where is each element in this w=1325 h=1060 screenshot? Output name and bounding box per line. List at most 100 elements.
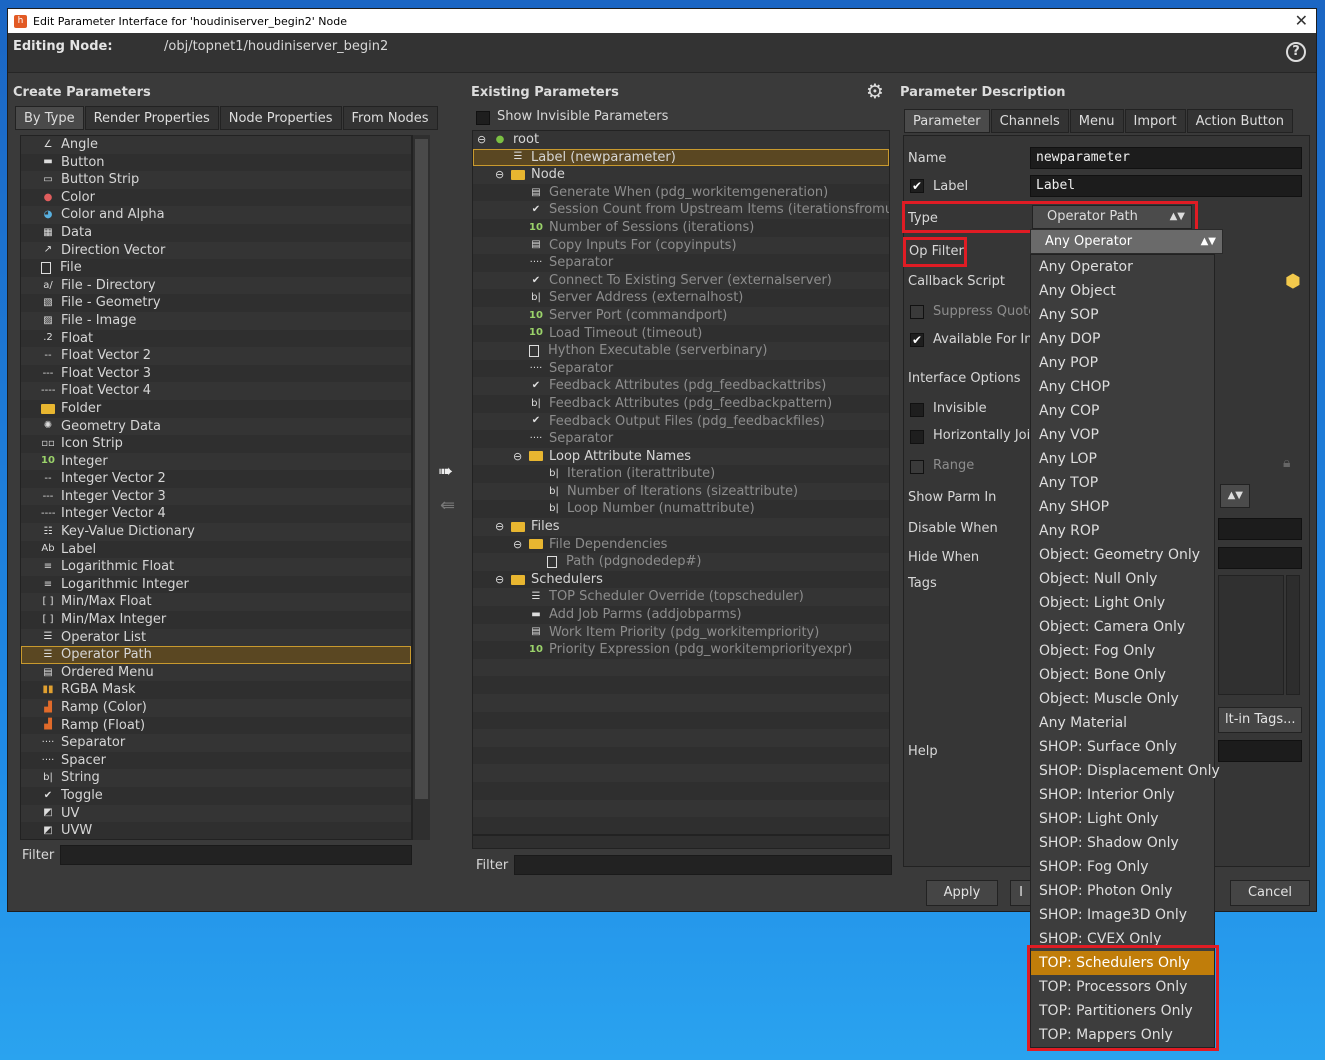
list-item[interactable]: ▮▮ RGBA Mask: [21, 681, 411, 699]
list-item[interactable]: ▨ File - Image: [21, 311, 411, 330]
tree-item[interactable]: ▤ Generate When (pdg_workitemgeneration): [473, 183, 889, 202]
tree-item[interactable]: ···· Separator: [473, 254, 889, 272]
opfilter-option[interactable]: Any Object: [1031, 279, 1214, 303]
opfilter-option[interactable]: Object: Geometry Only: [1031, 543, 1214, 567]
tree-item[interactable]: ⊖ Loop Attribute Names: [473, 447, 889, 466]
tree-item[interactable]: ☰ Label (newparameter): [473, 148, 889, 167]
list-item[interactable]: ↗ Direction Vector: [21, 241, 411, 260]
tree-item[interactable]: ▤ Work Item Priority (pdg_workitempriorit…: [473, 623, 889, 642]
help-field[interactable]: [1218, 740, 1302, 762]
list-item[interactable]: ● Color: [21, 188, 411, 207]
list-item[interactable]: b| String: [21, 769, 411, 787]
list-item[interactable]: ✺ Geometry Data: [21, 417, 411, 436]
accept-button[interactable]: I: [1010, 880, 1032, 906]
tab-action-button[interactable]: Action Button: [1186, 109, 1294, 133]
list-item[interactable]: ▟ Ramp (Float): [21, 716, 411, 735]
opfilter-option[interactable]: SHOP: Image3D Only: [1031, 903, 1214, 927]
gear-icon[interactable]: ⚙: [866, 79, 884, 103]
existing-hscrollbar[interactable]: [472, 835, 890, 849]
tree-item[interactable]: Path (pdgnodedep#): [473, 553, 889, 571]
list-item[interactable]: ☷ Key-Value Dictionary: [21, 523, 411, 541]
tree-item[interactable]: ✔ Session Count from Upstream Items (iter…: [473, 201, 889, 219]
list-item[interactable]: ✔ Toggle: [21, 786, 411, 805]
hide-when-field[interactable]: [1218, 547, 1302, 569]
list-item[interactable]: --- Integer Vector 3: [21, 487, 411, 506]
apply-button[interactable]: Apply: [926, 880, 998, 906]
tab-by-type[interactable]: By Type: [15, 106, 84, 130]
tree-item[interactable]: ✔ Feedback Attributes (pdg_feedbackattrib…: [473, 377, 889, 395]
list-item[interactable]: ∠ Angle: [21, 136, 411, 154]
remove-parameter-arrow-icon[interactable]: ⇚: [440, 495, 455, 516]
tree-item[interactable]: ✔ Connect To Existing Server (externalser…: [473, 271, 889, 290]
opfilter-option[interactable]: Any CHOP: [1031, 375, 1214, 399]
tree-item[interactable]: ✔ Feedback Output Files (pdg_feedbackfile…: [473, 412, 889, 431]
opfilter-option[interactable]: SHOP: Light Only: [1031, 807, 1214, 831]
tree-item[interactable]: b| Feedback Attributes (pdg_feedbackpatte…: [473, 394, 889, 413]
tree-item[interactable]: b| Number of Iterations (sizeattribute): [473, 482, 889, 501]
tree-item[interactable]: ⊖ File Dependencies: [473, 535, 889, 554]
opfilter-option[interactable]: Any TOP: [1031, 471, 1214, 495]
tab-menu[interactable]: Menu: [1069, 109, 1124, 133]
opfilter-option[interactable]: SHOP: Shadow Only: [1031, 831, 1214, 855]
opfilter-option[interactable]: SHOP: Photon Only: [1031, 879, 1214, 903]
opfilter-option[interactable]: Object: Light Only: [1031, 591, 1214, 615]
tree-item[interactable]: ···· Separator: [473, 430, 889, 448]
tree-item[interactable]: b| Server Address (externalhost): [473, 289, 889, 307]
tree-item[interactable]: ⊖ Schedulers: [473, 570, 889, 589]
list-item[interactable]: [ ] Min/Max Integer: [21, 611, 411, 629]
horizontally-join-checkbox[interactable]: [910, 430, 924, 444]
label-checkbox[interactable]: ✔: [910, 179, 924, 193]
cancel-button[interactable]: Cancel: [1230, 880, 1310, 906]
list-item[interactable]: --- Float Vector 3: [21, 364, 411, 383]
collapse-icon[interactable]: ⊖: [513, 448, 529, 466]
opfilter-option[interactable]: Any ROP: [1031, 519, 1214, 543]
tab-channels[interactable]: Channels: [990, 109, 1069, 133]
list-item[interactable]: ≡ Logarithmic Float: [21, 558, 411, 576]
invisible-checkbox[interactable]: [910, 403, 924, 417]
tree-item[interactable]: 10 Load Timeout (timeout): [473, 324, 889, 343]
list-item[interactable]: -- Integer Vector 2: [21, 470, 411, 488]
create-list-scrollbar[interactable]: [412, 135, 430, 840]
opfilter-option[interactable]: Any LOP: [1031, 447, 1214, 471]
list-item[interactable]: ▧ File - Geometry: [21, 294, 411, 312]
show-invisible-checkbox[interactable]: [476, 111, 490, 125]
opfilter-select[interactable]: Any Operator ▲▼: [1030, 229, 1223, 254]
list-item[interactable]: ◕ Color and Alpha: [21, 206, 411, 224]
label-field[interactable]: Label: [1030, 175, 1302, 197]
list-item[interactable]: Folder: [21, 399, 411, 418]
list-item[interactable]: ☰ Operator List: [21, 628, 411, 647]
name-field[interactable]: newparameter: [1030, 147, 1302, 169]
opfilter-option[interactable]: Object: Null Only: [1031, 567, 1214, 591]
type-select[interactable]: Operator Path ▲▼: [1032, 205, 1192, 229]
list-item[interactable]: ▦ Data: [21, 223, 411, 242]
list-item[interactable]: ▭ Button Strip: [21, 171, 411, 189]
tree-item[interactable]: ⊖ Node: [473, 166, 889, 184]
opfilter-option[interactable]: Any SHOP: [1031, 495, 1214, 519]
suppress-quotes-checkbox[interactable]: [910, 305, 924, 319]
opfilter-option[interactable]: Any COP: [1031, 399, 1214, 423]
filter-input[interactable]: [60, 845, 413, 865]
opfilter-option[interactable]: Any DOP: [1031, 327, 1214, 351]
list-item[interactable]: Ab Label: [21, 540, 411, 559]
tree-item[interactable]: 10 Server Port (commandport): [473, 306, 889, 325]
list-item[interactable]: ≡ Logarithmic Integer: [21, 575, 411, 594]
scrollbar-thumb[interactable]: [415, 139, 428, 799]
opfilter-option[interactable]: Any POP: [1031, 351, 1214, 375]
tab-node-properties[interactable]: Node Properties: [219, 106, 342, 130]
opfilter-option[interactable]: SHOP: Surface Only: [1031, 735, 1214, 759]
opfilter-option[interactable]: Object: Muscle Only: [1031, 687, 1214, 711]
opfilter-option[interactable]: Any Material: [1031, 711, 1214, 735]
collapse-icon[interactable]: ⊖: [477, 131, 493, 149]
opfilter-option[interactable]: Object: Fog Only: [1031, 639, 1214, 663]
tab-from-nodes[interactable]: From Nodes: [342, 106, 438, 130]
list-item[interactable]: ···· Spacer: [21, 751, 411, 770]
tab-render-properties[interactable]: Render Properties: [84, 106, 219, 130]
tree-item[interactable]: 10 Priority Expression (pdg_workitemprior…: [473, 641, 889, 659]
list-item[interactable]: ---- Float Vector 4: [21, 382, 411, 400]
tags-scrollbar[interactable]: [1286, 575, 1300, 695]
list-item[interactable]: a/File - Directory: [21, 276, 411, 295]
opfilter-option[interactable]: SHOP: Interior Only: [1031, 783, 1214, 807]
tree-item[interactable]: 10 Number of Sessions (iterations): [473, 218, 889, 237]
opfilter-option[interactable]: SHOP: Displacement Only: [1031, 759, 1220, 783]
collapse-icon[interactable]: ⊖: [495, 518, 511, 536]
